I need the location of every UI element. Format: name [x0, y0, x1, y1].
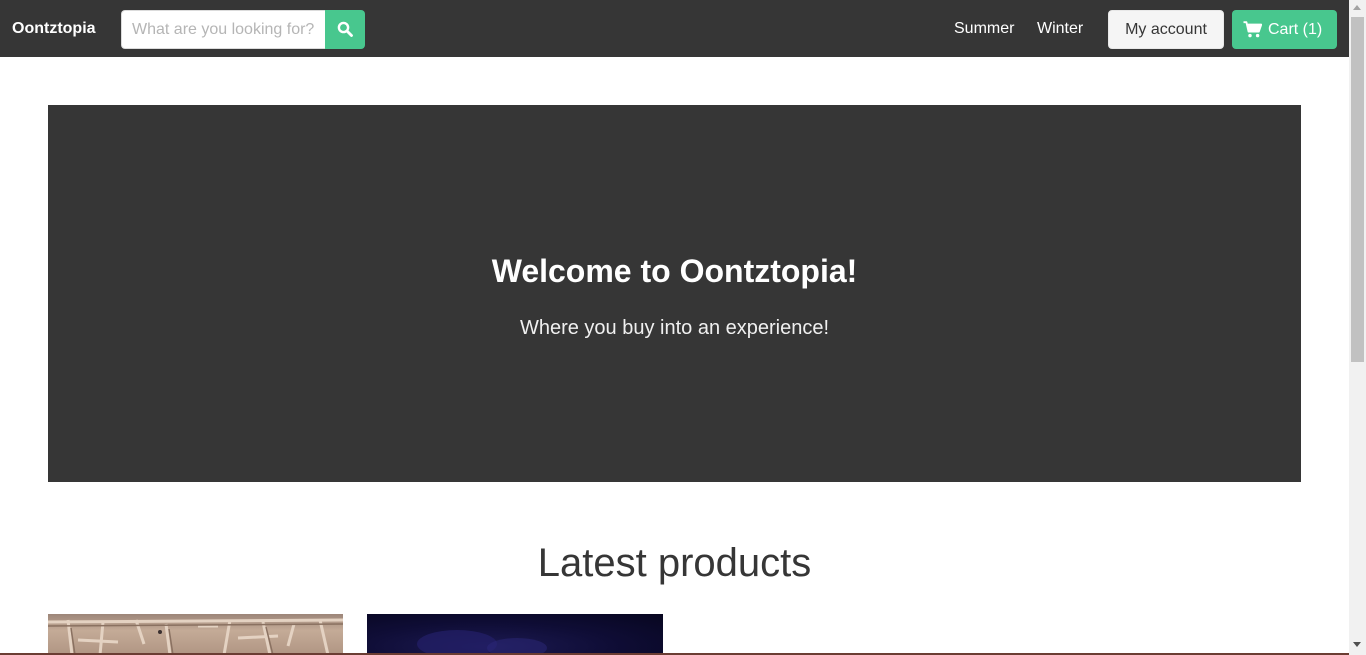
scroll-up-arrow-icon[interactable]: [1353, 5, 1361, 10]
scroll-down-arrow-icon[interactable]: [1353, 642, 1361, 647]
product-card[interactable]: [48, 614, 343, 655]
cart-icon: [1243, 21, 1262, 38]
hero-title: Welcome to Oontztopia!: [491, 253, 858, 289]
brand-logo[interactable]: Oontztopia: [12, 20, 96, 38]
search-input[interactable]: [121, 10, 325, 49]
product-image: [48, 618, 343, 655]
product-image: [417, 630, 547, 655]
latest-products-heading: Latest products: [537, 541, 812, 585]
cart-button[interactable]: Cart (1): [1232, 10, 1337, 49]
top-navbar: Oontztopia Summer Winter My account Cart…: [0, 0, 1349, 57]
search-button[interactable]: [325, 10, 365, 49]
nav-link-winter[interactable]: Winter: [1037, 20, 1083, 38]
cart-label: Cart (1): [1268, 21, 1323, 38]
hero-subtitle: Where you buy into an experience!: [519, 317, 830, 339]
hero-banner: Welcome to Oontztopia! Where you buy int…: [48, 105, 1301, 482]
page-scrollbar[interactable]: [1349, 0, 1366, 655]
search-icon: [337, 21, 353, 37]
my-account-button[interactable]: My account: [1108, 10, 1224, 49]
scrollbar-thumb[interactable]: [1351, 17, 1364, 362]
product-card[interactable]: [367, 614, 663, 655]
nav-link-summer[interactable]: Summer: [954, 20, 1014, 38]
